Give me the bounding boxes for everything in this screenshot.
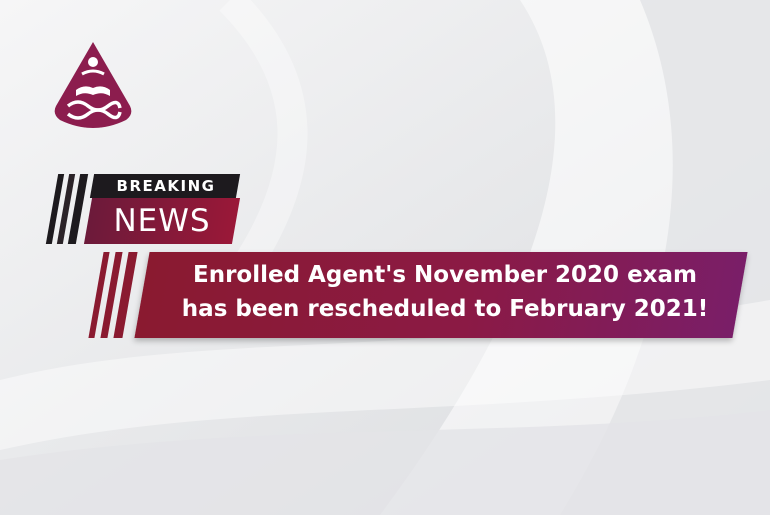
breaking-label: BREAKING bbox=[116, 177, 216, 195]
headline-line-2: has been rescheduled to February 2021! bbox=[181, 296, 709, 322]
news-label: NEWS bbox=[113, 203, 211, 239]
reading-person-logo-icon bbox=[54, 42, 132, 128]
headline-text: Enrolled Agent's November 2020 exam has … bbox=[160, 258, 730, 334]
headline-line-1: Enrolled Agent's November 2020 exam bbox=[192, 262, 697, 288]
